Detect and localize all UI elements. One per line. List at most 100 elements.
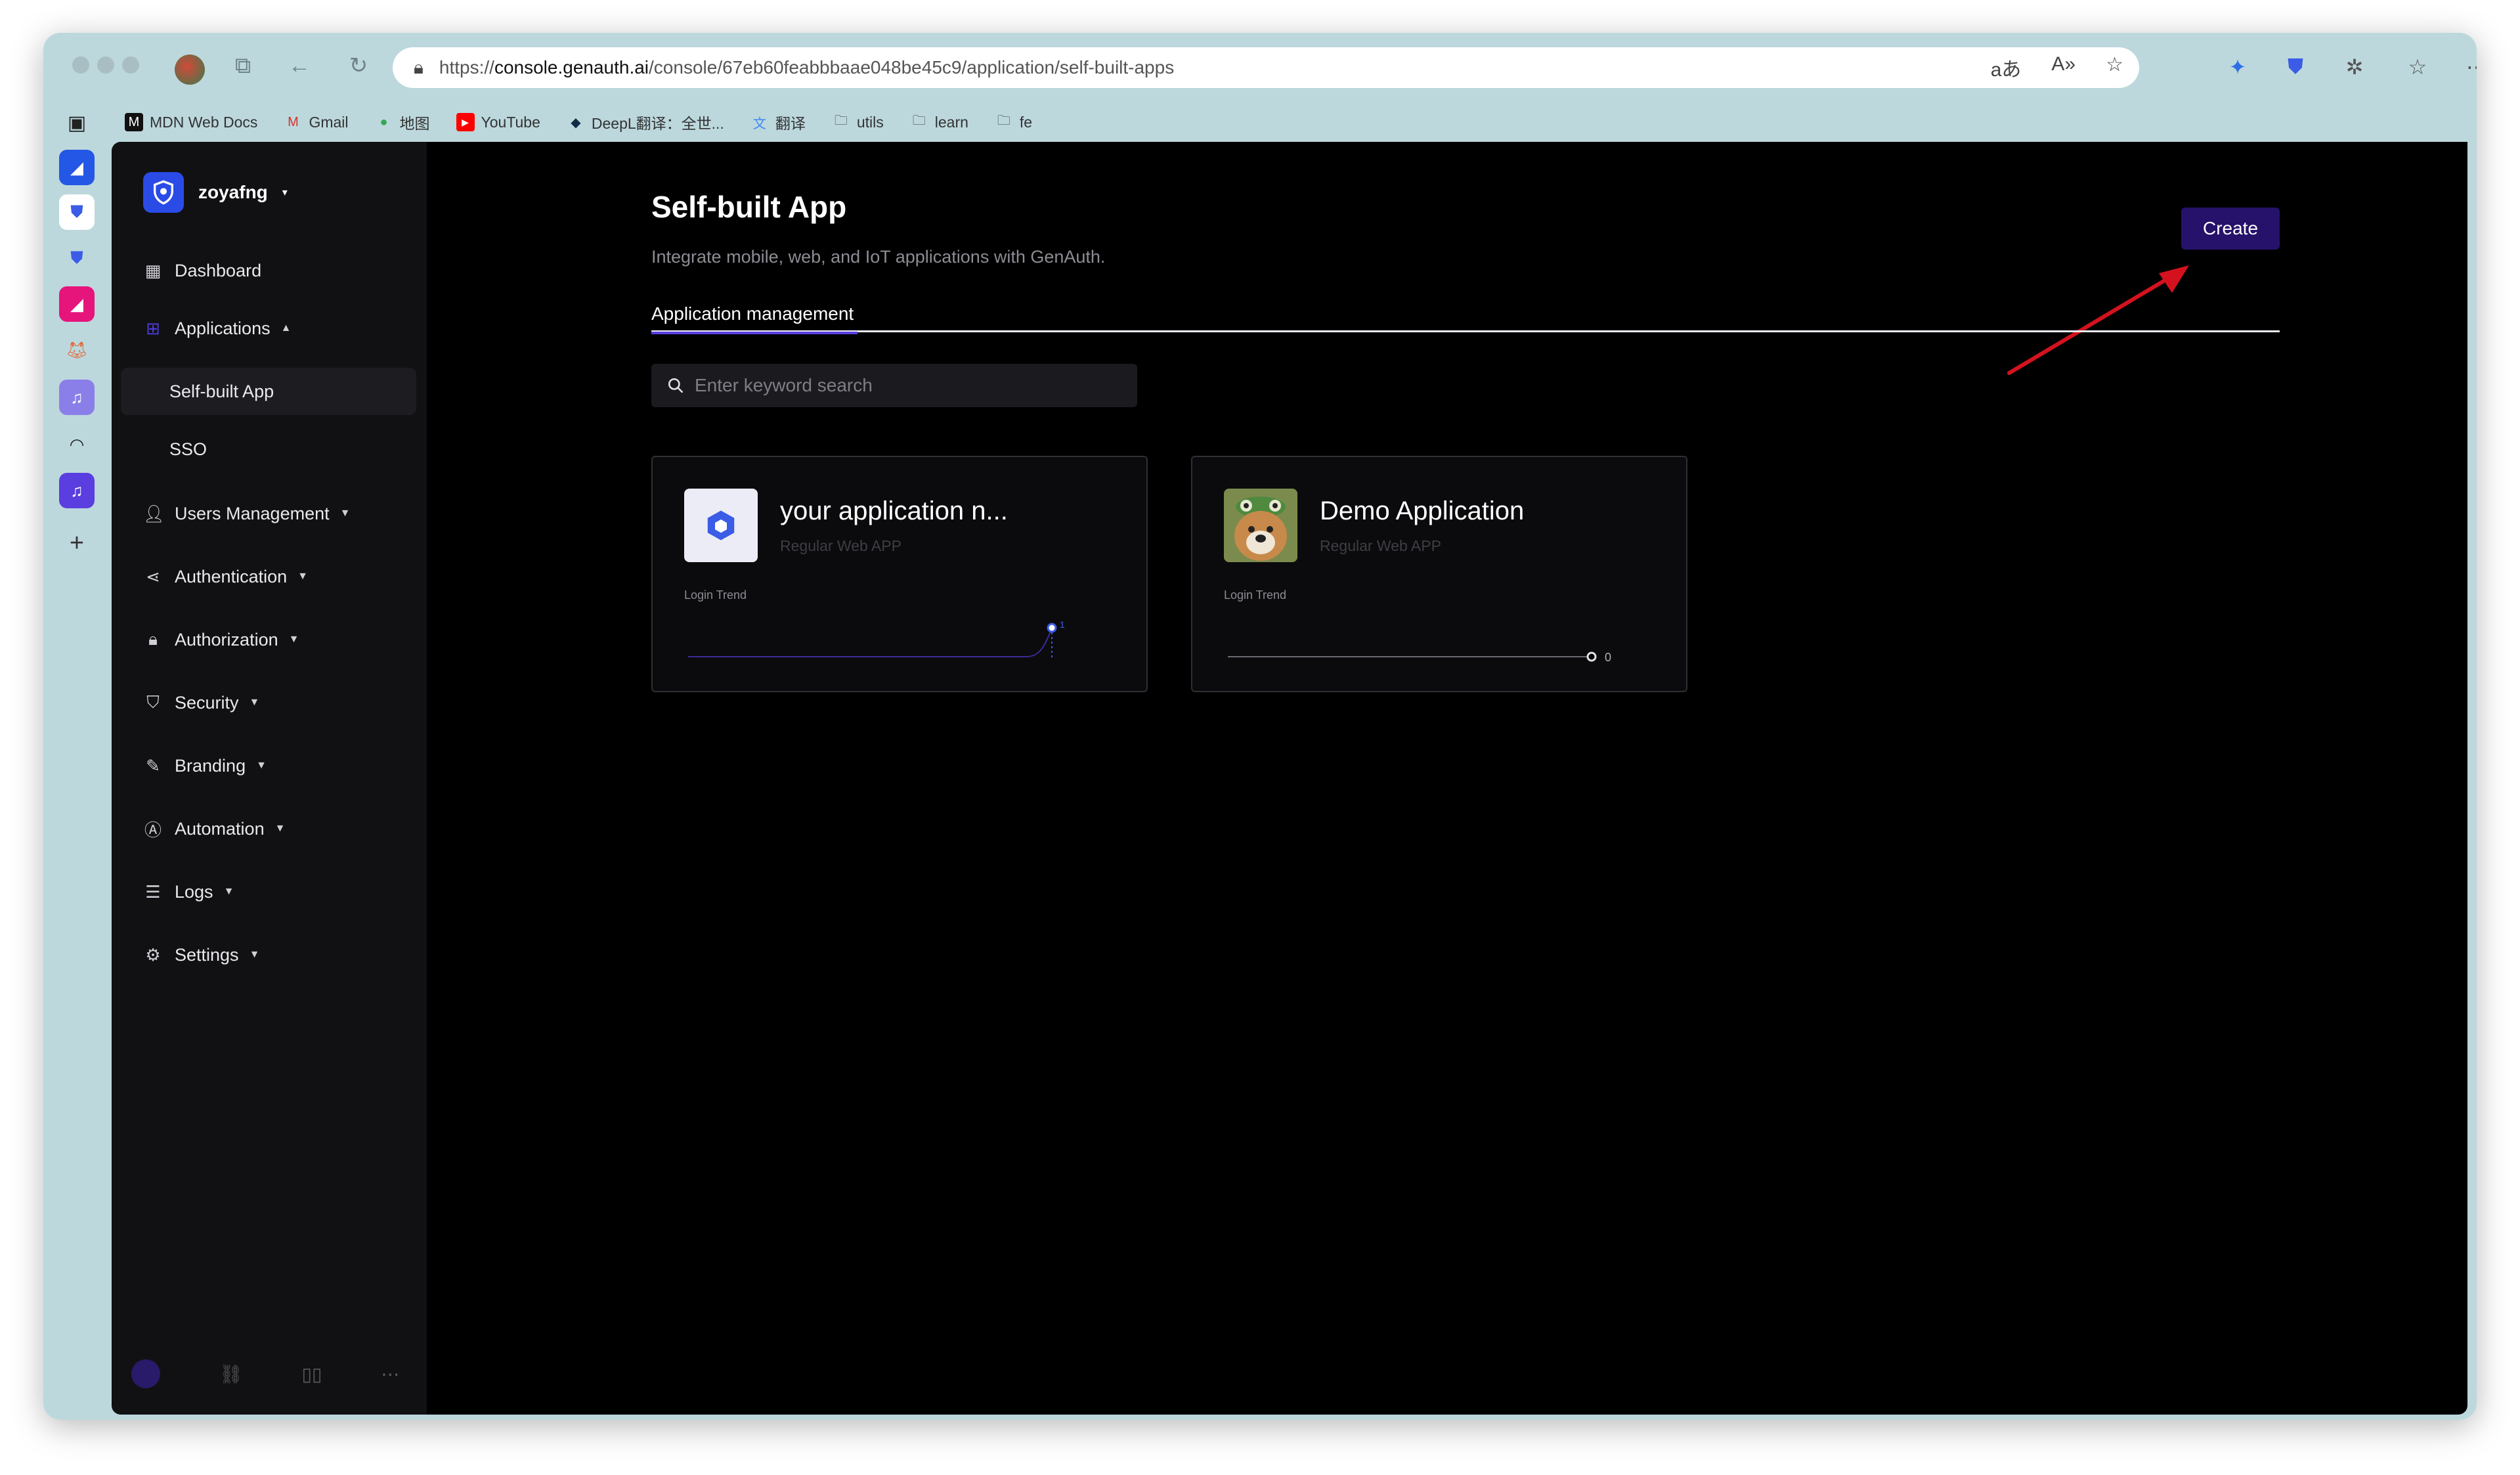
document-list-icon: ☰	[145, 881, 161, 902]
sidebar-item-dashboard[interactable]: ▦ Dashboard	[121, 247, 416, 294]
gmail-icon: M	[288, 114, 299, 129]
sidebar-item-label: Authentication	[175, 566, 288, 586]
page-title: Self-built App	[651, 190, 847, 224]
link-icon[interactable]: ⛓	[219, 1363, 243, 1385]
app-card[interactable]: your application n... Regular Web APP Lo…	[651, 456, 1148, 692]
sidebar-item-settings[interactable]: ⚙ Settings ▼	[121, 931, 416, 979]
search-input[interactable]	[695, 375, 1089, 396]
org-switcher[interactable]: zoyafng ▾	[143, 172, 288, 213]
sidebar-item-branding[interactable]: ✎ Branding ▼	[121, 742, 416, 789]
user-icon: 👤︎	[143, 503, 165, 523]
deepl-icon: ◆	[571, 115, 581, 130]
profile-avatar[interactable]	[175, 55, 205, 85]
assistant-icon[interactable]	[131, 1359, 160, 1388]
org-name: zoyafng	[198, 182, 268, 202]
new-tab-icon[interactable]: +	[59, 525, 95, 561]
trend-last-value: 1	[1060, 619, 1065, 630]
app-name: Demo Application	[1320, 496, 1525, 525]
extensions-icon[interactable]: ✲	[2337, 50, 2372, 84]
tab-application-management[interactable]: Application management	[651, 303, 858, 334]
refresh-icon[interactable]: ↻	[340, 47, 377, 84]
genauth-shield-icon[interactable]: ⛊	[2278, 50, 2313, 84]
app-card[interactable]: Demo Application Regular Web APP Login T…	[1191, 456, 1687, 692]
tab-gitlab-icon[interactable]: 🦊︎	[59, 332, 95, 368]
close-window-button[interactable]	[72, 56, 89, 74]
bookmark-maps[interactable]: ● 地图	[375, 111, 429, 133]
extension-puzzle-icon[interactable]: ✦	[2221, 50, 2255, 84]
dashboard-grid-icon: ▦	[144, 260, 162, 280]
bookmark-folder-utils[interactable]: 🗀 utils	[832, 113, 884, 131]
browser-window: ⧉ ← ↻ 🔒︎ https://console.genauth.ai/cons…	[43, 33, 2477, 1420]
applications-grid-icon: ⊞	[146, 318, 160, 338]
sidebar-item-label: Self-built App	[169, 381, 274, 401]
read-aloud-icon[interactable]: A»	[2051, 53, 2075, 82]
bookmark-translate[interactable]: 文翻译	[750, 111, 806, 133]
zoom-window-button[interactable]	[122, 56, 139, 74]
mdn-icon: M	[125, 113, 143, 131]
lock-icon: 🔒︎	[414, 56, 424, 77]
sidebar-item-security[interactable]: ⛉ Security ▼	[121, 679, 416, 726]
favorites-icon[interactable]: ☆	[2401, 50, 2435, 84]
sidebar-item-self-built-app[interactable]: Self-built App	[121, 368, 416, 415]
bookmark-gmail[interactable]: M Gmail	[284, 113, 348, 131]
caret-down-icon: ▼	[339, 508, 351, 519]
sidebar-item-label: Authorization	[175, 629, 278, 649]
bookmark-deepl[interactable]: ◆ DeepL翻译：全世...	[567, 111, 724, 133]
tab-loading-icon[interactable]: ◠	[59, 427, 95, 462]
sidebar-item-label: Security	[175, 692, 239, 713]
tab-genauth-icon[interactable]: ⛊	[59, 194, 95, 230]
caret-down-icon: ▼	[249, 697, 260, 708]
address-bar[interactable]: 🔒︎ https://console.genauth.ai/console/67…	[393, 47, 2139, 88]
browser-toolbar: ⧉ ← ↻ 🔒︎ https://console.genauth.ai/cons…	[43, 33, 2477, 99]
sidebar-item-logs[interactable]: ☰ Logs ▼	[121, 868, 416, 915]
trend-last-point	[1047, 623, 1057, 633]
sidebar-toggle-icon[interactable]: ▣	[59, 105, 95, 141]
caret-down-icon: ▼	[288, 634, 299, 645]
page-subtitle: Integrate mobile, web, and IoT applicati…	[651, 247, 1106, 267]
sidebar-item-sso[interactable]: SSO	[121, 426, 416, 473]
tab-app-icon[interactable]: ◢	[59, 150, 95, 185]
chevron-down-icon: ▾	[282, 187, 288, 198]
search-icon	[668, 378, 684, 393]
bookmark-folder-learn[interactable]: 🗀 learn	[910, 113, 968, 131]
back-arrow-icon[interactable]: ←	[281, 47, 318, 84]
bookmarks-bar: M MDN Web Docs M Gmail ● 地图 ▶ YouTube ◆ DeepL…	[125, 106, 1032, 138]
gear-icon: ⚙	[145, 944, 161, 965]
tab-music-icon[interactable]: ♫	[59, 473, 95, 508]
minimize-window-button[interactable]	[97, 56, 114, 74]
app-viewport: zoyafng ▾ ▦ Dashboard ⊞ Applications ▲ Self…	[112, 142, 2467, 1415]
sidebar-item-label: Dashboard	[175, 260, 262, 280]
lock-icon: 🔒︎	[148, 629, 158, 649]
shield-check-icon: ⛉	[146, 692, 160, 712]
sidebar-item-authorization[interactable]: 🔒︎ Authorization ▼	[121, 616, 416, 663]
main-content: Self-built App Integrate mobile, web, an…	[427, 142, 2467, 1415]
sidebar-item-applications[interactable]: ⊞ Applications ▲	[121, 305, 416, 352]
automation-icon: Ⓐ	[144, 820, 162, 840]
bookmark-mdn[interactable]: M MDN Web Docs	[125, 113, 257, 131]
sidebar-item-users-management[interactable]: 👤︎ Users Management ▼	[121, 490, 416, 537]
sidebar-item-label: Logs	[175, 881, 213, 902]
sidebar-item-label: Settings	[175, 944, 239, 965]
tab-groups-icon[interactable]: ⧉	[225, 47, 261, 84]
more-menu-icon[interactable]: ⋯	[2460, 50, 2477, 84]
tab-genauth-icon[interactable]: ⛊	[59, 240, 95, 276]
caret-down-icon: ▼	[297, 571, 308, 582]
youtube-icon: ▶	[456, 113, 475, 131]
book-icon[interactable]: ▯▯	[302, 1363, 322, 1385]
tab-music-icon[interactable]: ♫	[59, 380, 95, 415]
login-trend-chart: 1	[688, 619, 1065, 659]
bookmark-folder-fe[interactable]: 🗀 fe	[995, 113, 1032, 131]
trend-last-value: 0	[1605, 651, 1611, 664]
sidebar-item-authentication[interactable]: ⋖ Authentication ▼	[121, 553, 416, 600]
bookmark-youtube[interactable]: ▶ YouTube	[456, 113, 540, 131]
sidebar-item-label: Applications	[175, 318, 271, 338]
search-box[interactable]	[651, 364, 1137, 407]
more-icon[interactable]: ⋯	[381, 1363, 399, 1385]
translate-page-icon[interactable]: aあ	[1991, 53, 2022, 82]
tab-app-icon[interactable]: ◢	[59, 286, 95, 322]
sidebar-item-automation[interactable]: Ⓐ Automation ▼	[121, 805, 416, 852]
create-button[interactable]: Create	[2181, 208, 2280, 250]
favorite-star-icon[interactable]: ☆	[2106, 53, 2123, 82]
vertical-tab-strip: ▣ ◢ ⛊ ⛊ ◢ 🦊︎ ♫ ◠ ♫ +	[43, 105, 112, 1419]
sidebar-item-label: Users Management	[175, 503, 330, 523]
